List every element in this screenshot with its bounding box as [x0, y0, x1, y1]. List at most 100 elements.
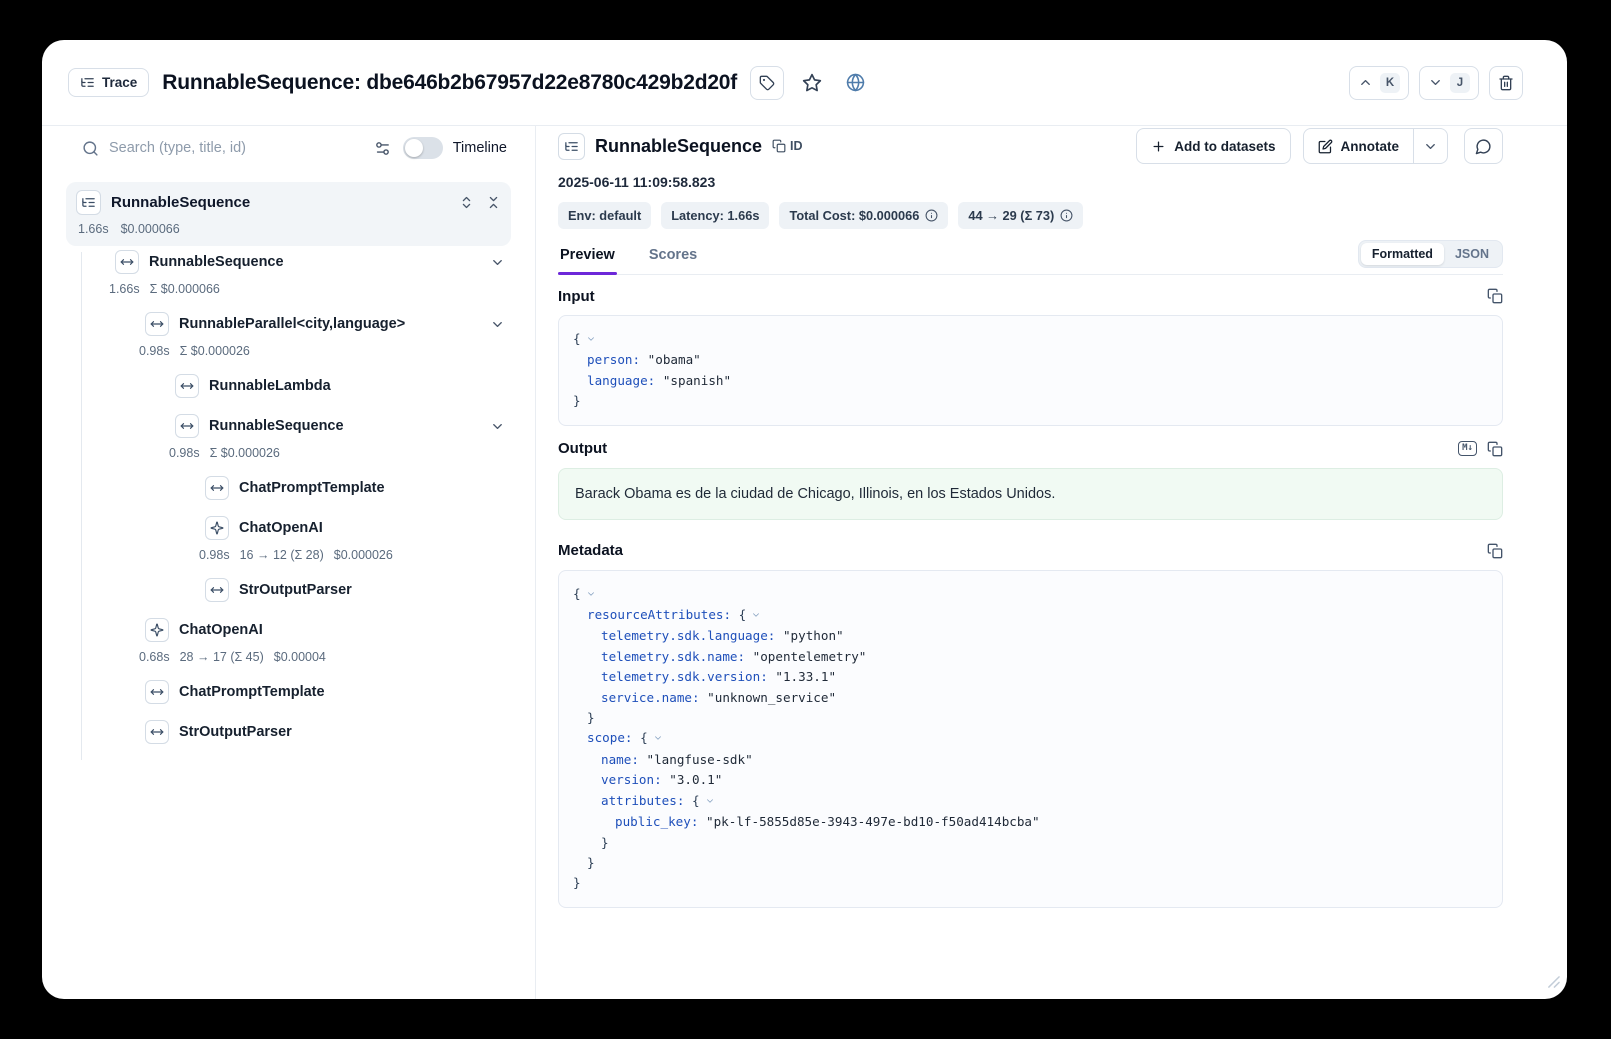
badge-row: Env: defaultLatency: 1.66sTotal Cost: $0… [558, 202, 1503, 229]
code-line: telemetry.sdk.version: "1.33.1" [573, 667, 1488, 687]
search-input[interactable] [109, 140, 364, 156]
tree-node-stroutputparser[interactable]: StrOutputParser [66, 716, 511, 748]
collapse-caret-icon[interactable] [586, 585, 596, 605]
tree-node-metrics: 0.98s16 → 12 (Σ 28)$0.000026 [66, 544, 511, 566]
format-option-json[interactable]: JSON [1444, 243, 1500, 265]
tree-node: ChatOpenAI0.98s16 → 12 (Σ 28)$0.000026 [66, 512, 511, 566]
tab-bar: Preview Scores [558, 239, 699, 274]
span-icon [145, 680, 169, 704]
collapse-caret-icon[interactable] [586, 330, 596, 350]
root-cost: $0.000066 [121, 222, 180, 236]
code-line: attributes: { [573, 791, 1488, 812]
trace-tree-icon [80, 75, 95, 90]
search-row: Timeline [66, 130, 511, 166]
copy-output-button[interactable] [1487, 441, 1503, 457]
tree-node-label: ChatPromptTemplate [239, 480, 385, 496]
tree-node: ChatOpenAI 0.68s28 → 17 (Σ 45)$0.00004 [66, 614, 511, 668]
tree-node-runnableparallel-city-language-[interactable]: RunnableParallel<city,language> [66, 308, 511, 340]
chevron-down-icon[interactable] [490, 255, 505, 270]
code-line: name: "langfuse-sdk" [573, 750, 1488, 770]
generation-icon [145, 618, 169, 642]
kbd-k: K [1380, 73, 1400, 93]
star-button[interactable] [797, 68, 827, 98]
trace-root-metrics: 1.66s $0.000066 [76, 221, 501, 236]
format-option-formatted[interactable]: Formatted [1361, 243, 1444, 265]
tree-node-chatprompttemplate[interactable]: ChatPromptTemplate [66, 472, 511, 504]
search-icon [82, 140, 99, 157]
input-section-header: Input [558, 287, 1503, 305]
resize-handle[interactable] [1547, 975, 1560, 993]
chevron-down-icon [1428, 75, 1443, 90]
tree-node-chatprompttemplate[interactable]: ChatPromptTemplate [66, 676, 511, 708]
trace-root-icon [76, 190, 101, 215]
trash-icon [1498, 75, 1514, 91]
collapse-all-icon[interactable] [486, 195, 501, 210]
collapse-caret-icon[interactable] [653, 729, 663, 749]
tree-node-stroutputparser[interactable]: StrOutputParser [66, 574, 511, 606]
expand-all-icon[interactable] [459, 195, 474, 210]
tree-node-chatopenai[interactable]: ChatOpenAI [66, 614, 511, 646]
app-window: Trace RunnableSequence: dbe646b2b67957d2… [42, 40, 1567, 999]
chevron-up-icon [1358, 75, 1373, 90]
output-section: Output M↓ Barack Obama es de la ciudad d… [558, 426, 1503, 520]
info-icon [1060, 209, 1073, 222]
metadata-section: Metadata {resourceAttributes: {telemetry… [558, 520, 1503, 908]
trace-sidebar: Timeline RunnableSequence 1.66s $0.00006… [42, 126, 536, 999]
chevron-down-icon[interactable] [490, 317, 505, 332]
tag-button[interactable] [750, 66, 784, 100]
chevron-down-icon[interactable] [490, 419, 505, 434]
tree-items: RunnableSequence1.66sΣ $0.000066Runnable… [66, 246, 511, 748]
tree-node-label: ChatPromptTemplate [179, 684, 325, 700]
annotate-button[interactable]: Annotate [1303, 128, 1415, 164]
tree-node-metrics: 0.68s28 → 17 (Σ 45)$0.00004 [66, 646, 511, 668]
chat-bubble-icon [1475, 138, 1492, 155]
tree-node-label: ChatOpenAI [179, 622, 263, 638]
header-actions: K J [1349, 66, 1523, 100]
observation-header: RunnableSequence ID Add to datasets Anno… [558, 126, 1503, 166]
timeline-toggle[interactable] [403, 137, 443, 159]
prev-trace-button[interactable]: K [1349, 66, 1409, 100]
span-icon [115, 250, 139, 274]
output-section-title: Output [558, 440, 607, 457]
trace-root-row: RunnableSequence [76, 190, 501, 215]
collapse-caret-icon[interactable] [705, 792, 715, 812]
tree-node-runnablesequence[interactable]: RunnableSequence [66, 410, 511, 442]
tree-node-runnablelambda[interactable]: RunnableLambda [66, 370, 511, 402]
observation-title: RunnableSequence [595, 136, 762, 157]
timeline-label: Timeline [453, 140, 507, 156]
copy-input-button[interactable] [1487, 288, 1503, 304]
output-section-header: Output M↓ [558, 440, 1503, 458]
annotate-split-button: Annotate [1303, 128, 1449, 164]
add-to-datasets-button[interactable]: Add to datasets [1136, 128, 1290, 164]
tab-scores[interactable]: Scores [647, 239, 699, 274]
plus-icon [1151, 139, 1166, 154]
tree-node-metrics: 0.98sΣ $0.000026 [66, 442, 511, 464]
share-button[interactable] [840, 68, 870, 98]
tree-node-label: RunnableSequence [149, 254, 284, 270]
collapse-caret-icon[interactable] [751, 606, 761, 626]
globe-icon [846, 73, 865, 92]
tree-node: RunnableSequence0.98sΣ $0.000026 [66, 410, 511, 464]
tree-node-chatopenai[interactable]: ChatOpenAI [66, 512, 511, 544]
info-icon [925, 209, 938, 222]
metadata-json: {resourceAttributes: {telemetry.sdk.lang… [558, 570, 1503, 908]
kbd-j: J [1450, 73, 1470, 93]
markdown-toggle-button[interactable]: M↓ [1458, 441, 1477, 456]
next-trace-button[interactable]: J [1419, 66, 1479, 100]
tree-node: RunnableParallel<city,language>0.98sΣ $0… [66, 308, 511, 362]
tree-node: StrOutputParser [66, 716, 511, 748]
code-line: } [573, 853, 1488, 873]
copy-metadata-button[interactable] [1487, 543, 1503, 559]
filter-icon[interactable] [374, 140, 391, 157]
comments-button[interactable] [1464, 128, 1503, 164]
annotate-dropdown-button[interactable] [1414, 128, 1448, 164]
tab-preview[interactable]: Preview [558, 239, 617, 274]
delete-trace-button[interactable] [1489, 66, 1523, 100]
tree-node-label: StrOutputParser [179, 724, 292, 740]
tree-node-runnablesequence[interactable]: RunnableSequence [66, 246, 511, 278]
trace-root-node[interactable]: RunnableSequence 1.66s $0.000066 [66, 182, 511, 246]
tree-node: ChatPromptTemplate [66, 676, 511, 708]
copy-id-button[interactable]: ID [772, 139, 803, 153]
code-line: { [573, 584, 1488, 605]
output-content: Barack Obama es de la ciudad de Chicago,… [558, 468, 1503, 520]
